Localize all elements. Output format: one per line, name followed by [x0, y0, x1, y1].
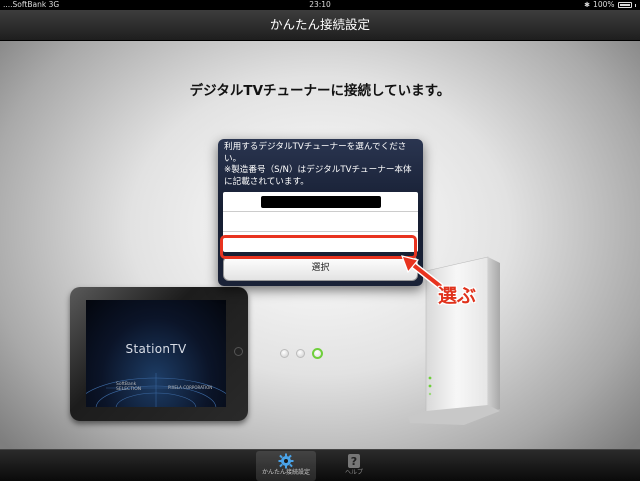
picker-instructions: 利用するデジタルTVチューナーを選んでください。 ※製造番号（S/N）はデジタルT…: [224, 142, 412, 187]
nav-title: かんたん接続設定: [269, 17, 370, 32]
status-right: ✱ 100%: [584, 0, 636, 10]
select-button[interactable]: 選択: [223, 256, 418, 281]
battery-tip: [634, 3, 636, 7]
ipad-screen: StationTV SoftBank SELECTION PIXELA CORP…: [86, 300, 226, 407]
tuner-list-item-empty[interactable]: [223, 212, 418, 232]
tab-bar: かんたん接続設定 ? ヘルプ: [0, 449, 640, 481]
page-dot-active: [312, 348, 323, 359]
status-time: 23:10: [309, 0, 331, 9]
stationtv-logo: StationTV: [125, 342, 187, 356]
annotation-label: 選ぶ: [438, 285, 477, 307]
page-dot: [280, 349, 289, 358]
tuner-list-item[interactable]: [223, 192, 418, 212]
tab-label: ヘルプ: [344, 469, 363, 476]
navigation-bar: かんたん接続設定: [0, 10, 640, 41]
help-icon: ?: [348, 454, 360, 468]
annotation-highlight-box: [220, 235, 417, 259]
battery-icon: [617, 2, 632, 8]
page-heading: デジタルTVチューナーに接続しています。: [189, 83, 451, 99]
home-button-icon: [234, 347, 243, 356]
pixela-logo: PIXELA CORPORATION: [168, 385, 213, 390]
tuner-picker-popover: 利用するデジタルTVチューナーを選んでください。 ※製造番号（S/N）はデジタルT…: [218, 139, 423, 286]
softbank-selection-logo: SoftBank SELECTION: [116, 382, 142, 392]
tab-label: かんたん接続設定: [261, 469, 310, 476]
globe-arcs-icon: [86, 373, 226, 407]
tab-easy-setup[interactable]: かんたん接続設定: [256, 451, 316, 481]
battery-percent: 100%: [593, 0, 615, 9]
tab-help[interactable]: ? ヘルプ: [324, 451, 384, 481]
redacted-serial: [261, 196, 381, 208]
bluetooth-icon: ✱: [584, 1, 591, 9]
page-dot: [296, 349, 305, 358]
svg-text:?: ?: [351, 455, 357, 468]
ipad-illustration: StationTV SoftBank SELECTION PIXELA CORP…: [70, 287, 248, 421]
page-indicator: [280, 348, 323, 359]
gear-icon: [278, 453, 294, 469]
status-bar: ....SoftBank 3G 23:10 ✱ 100%: [0, 0, 640, 10]
